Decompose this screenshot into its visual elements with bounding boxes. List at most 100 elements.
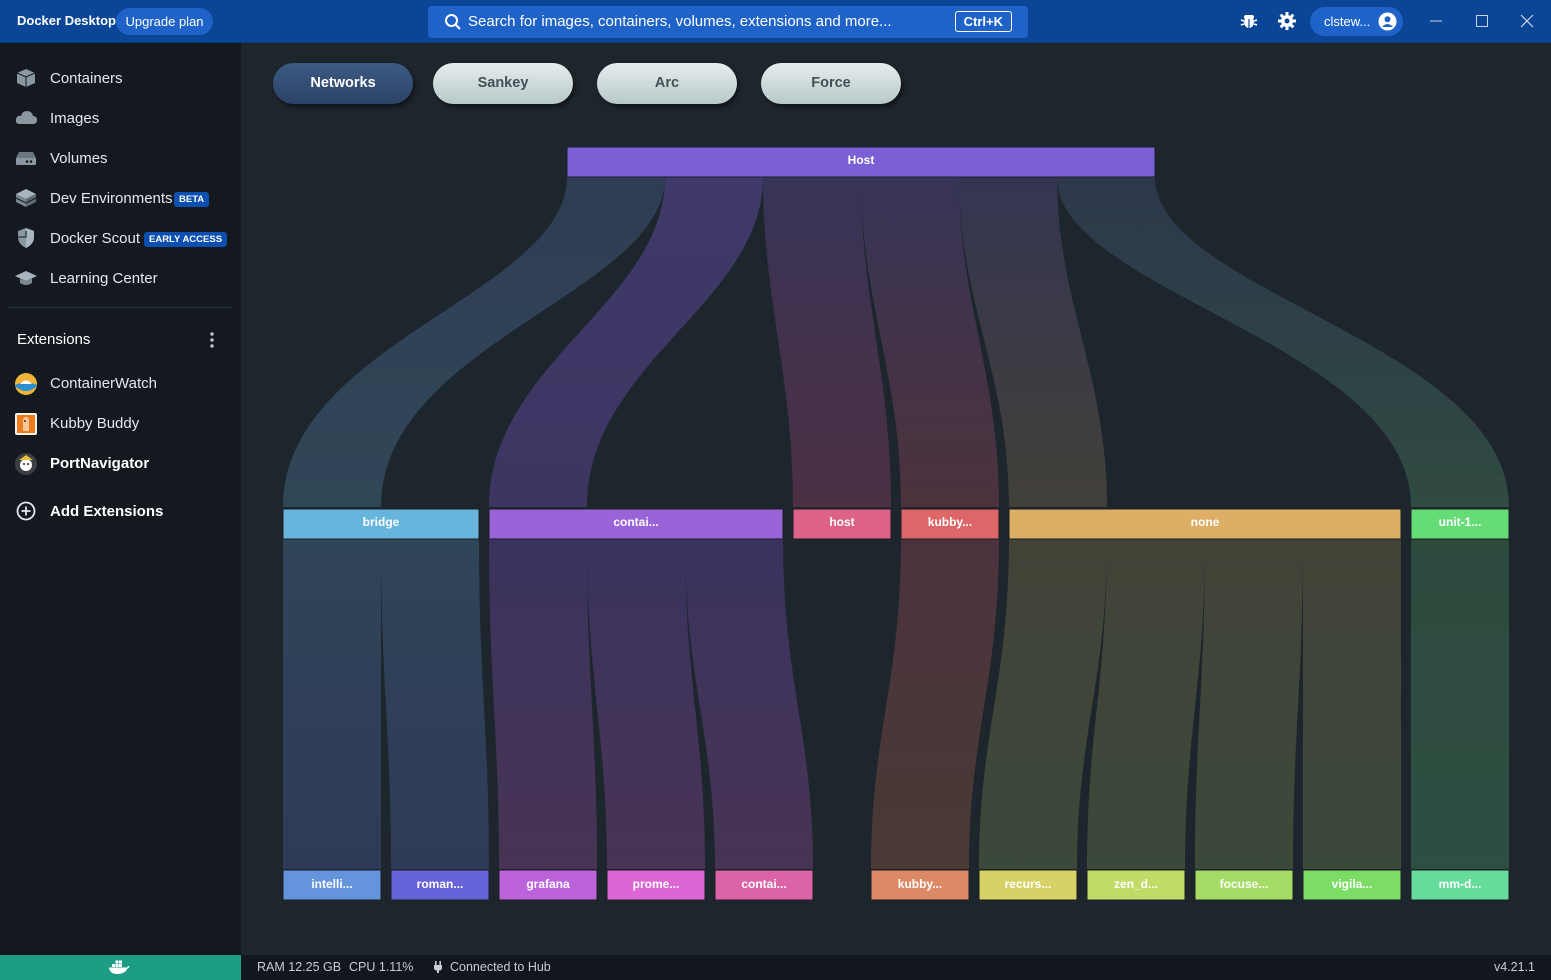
sidebar-item-learning-center[interactable]: Learning Center	[0, 258, 241, 298]
sidebar-item-containers[interactable]: Containers	[0, 58, 241, 98]
node-label: prome...	[633, 877, 680, 891]
node-label: mm-d...	[1439, 877, 1482, 891]
node-container-mm[interactable]: mm-d...	[1410, 869, 1510, 901]
plug-icon	[432, 960, 444, 977]
network-tree-diagram: Host bridge contai... host kubby... none…	[282, 146, 1510, 901]
sidebar-item-label: PortNavigator	[50, 455, 150, 472]
link-kubby-kubby	[871, 539, 999, 869]
node-container-recurs[interactable]: recurs...	[978, 869, 1078, 901]
node-label: bridge	[363, 515, 400, 529]
node-label-host: Host	[848, 153, 875, 167]
search-icon	[444, 13, 462, 35]
link-none-vigila	[1303, 539, 1401, 869]
node-label: recurs...	[1005, 877, 1052, 891]
node-label: vigila...	[1332, 877, 1373, 891]
node-container-kubby[interactable]: kubby...	[870, 869, 970, 901]
early-access-badge: EARLY ACCESS	[144, 232, 228, 247]
main-panel: Networks Sankey Arc Force Host bridge co…	[241, 43, 1551, 955]
close-icon[interactable]	[1517, 11, 1537, 31]
volumes-drive-icon	[14, 147, 38, 169]
search-placeholder: Search for images, containers, volumes, …	[468, 13, 892, 30]
sidebar-item-images[interactable]: Images	[0, 98, 241, 138]
sidebar-item-kubby-buddy[interactable]: Kubby Buddy	[0, 403, 241, 443]
node-container-roman[interactable]: roman...	[390, 869, 490, 901]
node-container-focuse[interactable]: focuse...	[1194, 869, 1294, 901]
sidebar-item-label: Volumes	[50, 150, 108, 167]
sidebar-item-docker-scout[interactable]: Docker Scout EARLY ACCESS	[0, 218, 241, 258]
node-container-contai[interactable]: contai...	[714, 869, 814, 901]
node-label: host	[829, 515, 854, 529]
maximize-icon[interactable]	[1472, 11, 1492, 31]
cpu-usage: CPU 1.11%	[349, 960, 414, 974]
node-container-vigila[interactable]: vigila...	[1302, 869, 1402, 901]
sidebar-item-label: Kubby Buddy	[50, 415, 140, 432]
docker-whale-icon	[109, 960, 130, 974]
link-none-recurs	[979, 539, 1107, 869]
minimize-icon[interactable]	[1426, 11, 1446, 31]
containerwatch-icon	[14, 372, 38, 395]
app-name: Docker Desktop	[17, 13, 116, 28]
ram-usage: RAM 12.25 GB	[257, 960, 342, 974]
containers-icon	[14, 67, 38, 89]
settings-gear-icon[interactable]	[1277, 11, 1297, 31]
host-to-network-links	[283, 177, 1509, 507]
node-label: zen_d...	[1114, 877, 1158, 891]
troubleshoot-bug-icon[interactable]	[1239, 11, 1259, 31]
extensions-more-icon[interactable]	[204, 329, 220, 351]
node-network-contai[interactable]: contai...	[488, 508, 784, 540]
sidebar-item-dev-environments[interactable]: Dev Environments BETA	[0, 178, 241, 218]
search-bar[interactable]: Search for images, containers, volumes, …	[428, 6, 1028, 38]
sidebar-item-label: ContainerWatch	[50, 375, 157, 392]
node-network-host[interactable]: host	[792, 508, 892, 540]
node-label: unit-1...	[1439, 515, 1482, 529]
node-label: focuse...	[1220, 877, 1269, 891]
status-bar: RAM 12.25 GB CPU 1.11% Connected to Hub …	[0, 955, 1551, 980]
search-shortcut-hint: Ctrl+K	[954, 11, 1012, 32]
docker-scout-shield-icon	[14, 227, 38, 249]
node-label: roman...	[417, 877, 464, 891]
sidebar-item-volumes[interactable]: Volumes	[0, 138, 241, 178]
node-label: contai...	[741, 877, 786, 891]
sidebar-item-containerwatch[interactable]: ContainerWatch	[0, 363, 241, 403]
sidebar-item-label: Dev Environments	[50, 190, 173, 207]
sidebar-item-label: Images	[50, 110, 100, 127]
extensions-heading: Extensions	[17, 331, 91, 348]
sidebar-divider	[8, 307, 233, 308]
kubby-buddy-icon	[14, 412, 38, 435]
node-host[interactable]: Host	[566, 146, 1156, 178]
node-network-unit[interactable]: unit-1...	[1410, 508, 1510, 540]
upgrade-plan-button[interactable]: Upgrade plan	[116, 8, 213, 35]
node-label: none	[1191, 515, 1220, 529]
docker-whale-button[interactable]	[0, 955, 241, 980]
dev-environments-icon	[14, 187, 38, 209]
link-contai-grafana	[489, 539, 597, 869]
node-network-kubby[interactable]: kubby...	[900, 508, 1000, 540]
node-container-grafana[interactable]: grafana	[498, 869, 598, 901]
node-label: contai...	[613, 515, 658, 529]
node-label: kubby...	[928, 515, 972, 529]
link-bridge-roman	[381, 539, 489, 869]
sidebar-item-portnavigator[interactable]: PortNavigator	[0, 443, 241, 483]
node-container-intelli[interactable]: intelli...	[282, 869, 382, 901]
app-version: v4.21.1	[1494, 960, 1536, 974]
account-button[interactable]: clstew...	[1310, 7, 1403, 36]
sidebar-item-label: Docker Scout	[50, 230, 141, 247]
node-network-bridge[interactable]: bridge	[282, 508, 480, 540]
portnavigator-icon	[14, 452, 38, 475]
node-network-none[interactable]: none	[1008, 508, 1402, 540]
node-container-prome[interactable]: prome...	[606, 869, 706, 901]
docker-desktop-window: Docker Desktop Upgrade plan Search for i…	[0, 0, 1551, 980]
link-unit-mm	[1411, 539, 1509, 869]
add-extensions-button[interactable]: Add Extensions	[0, 491, 241, 531]
add-circle-icon	[14, 500, 38, 522]
sidebar-item-label: Containers	[50, 70, 123, 87]
link-host-unit	[1057, 177, 1509, 507]
hub-connection-status: Connected to Hub	[450, 960, 551, 974]
learning-center-cap-icon	[14, 267, 38, 289]
node-label: kubby...	[898, 877, 942, 891]
node-label: intelli...	[311, 877, 352, 891]
title-bar: Docker Desktop Upgrade plan Search for i…	[0, 0, 1551, 43]
add-extensions-label: Add Extensions	[50, 503, 164, 520]
images-cloud-icon	[14, 107, 38, 129]
node-container-zen[interactable]: zen_d...	[1086, 869, 1186, 901]
